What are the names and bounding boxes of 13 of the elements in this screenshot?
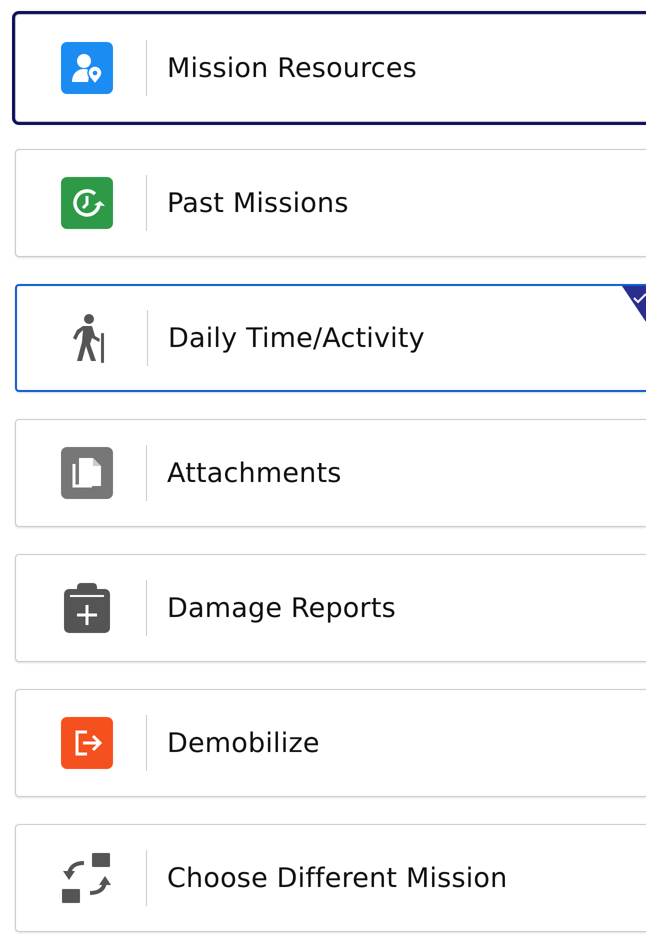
- menu-item[interactable]: Damage Reports: [15, 554, 646, 662]
- documents-icon: [61, 447, 113, 499]
- menu-item[interactable]: Choose Different Mission: [15, 824, 646, 932]
- person-pin-icon: [61, 42, 113, 94]
- check-corner-icon: [622, 286, 646, 322]
- clipboard-plus-icon: [64, 583, 110, 633]
- menu-item[interactable]: Mission Resources: [15, 14, 646, 122]
- exit-icon: [61, 717, 113, 769]
- menu-item[interactable]: Daily Time/Activity: [15, 284, 646, 392]
- swap-icon: [62, 853, 112, 903]
- menu-item[interactable]: Attachments: [15, 419, 646, 527]
- menu-item[interactable]: Past Missions: [15, 149, 646, 257]
- menu-item[interactable]: Demobilize: [15, 689, 646, 797]
